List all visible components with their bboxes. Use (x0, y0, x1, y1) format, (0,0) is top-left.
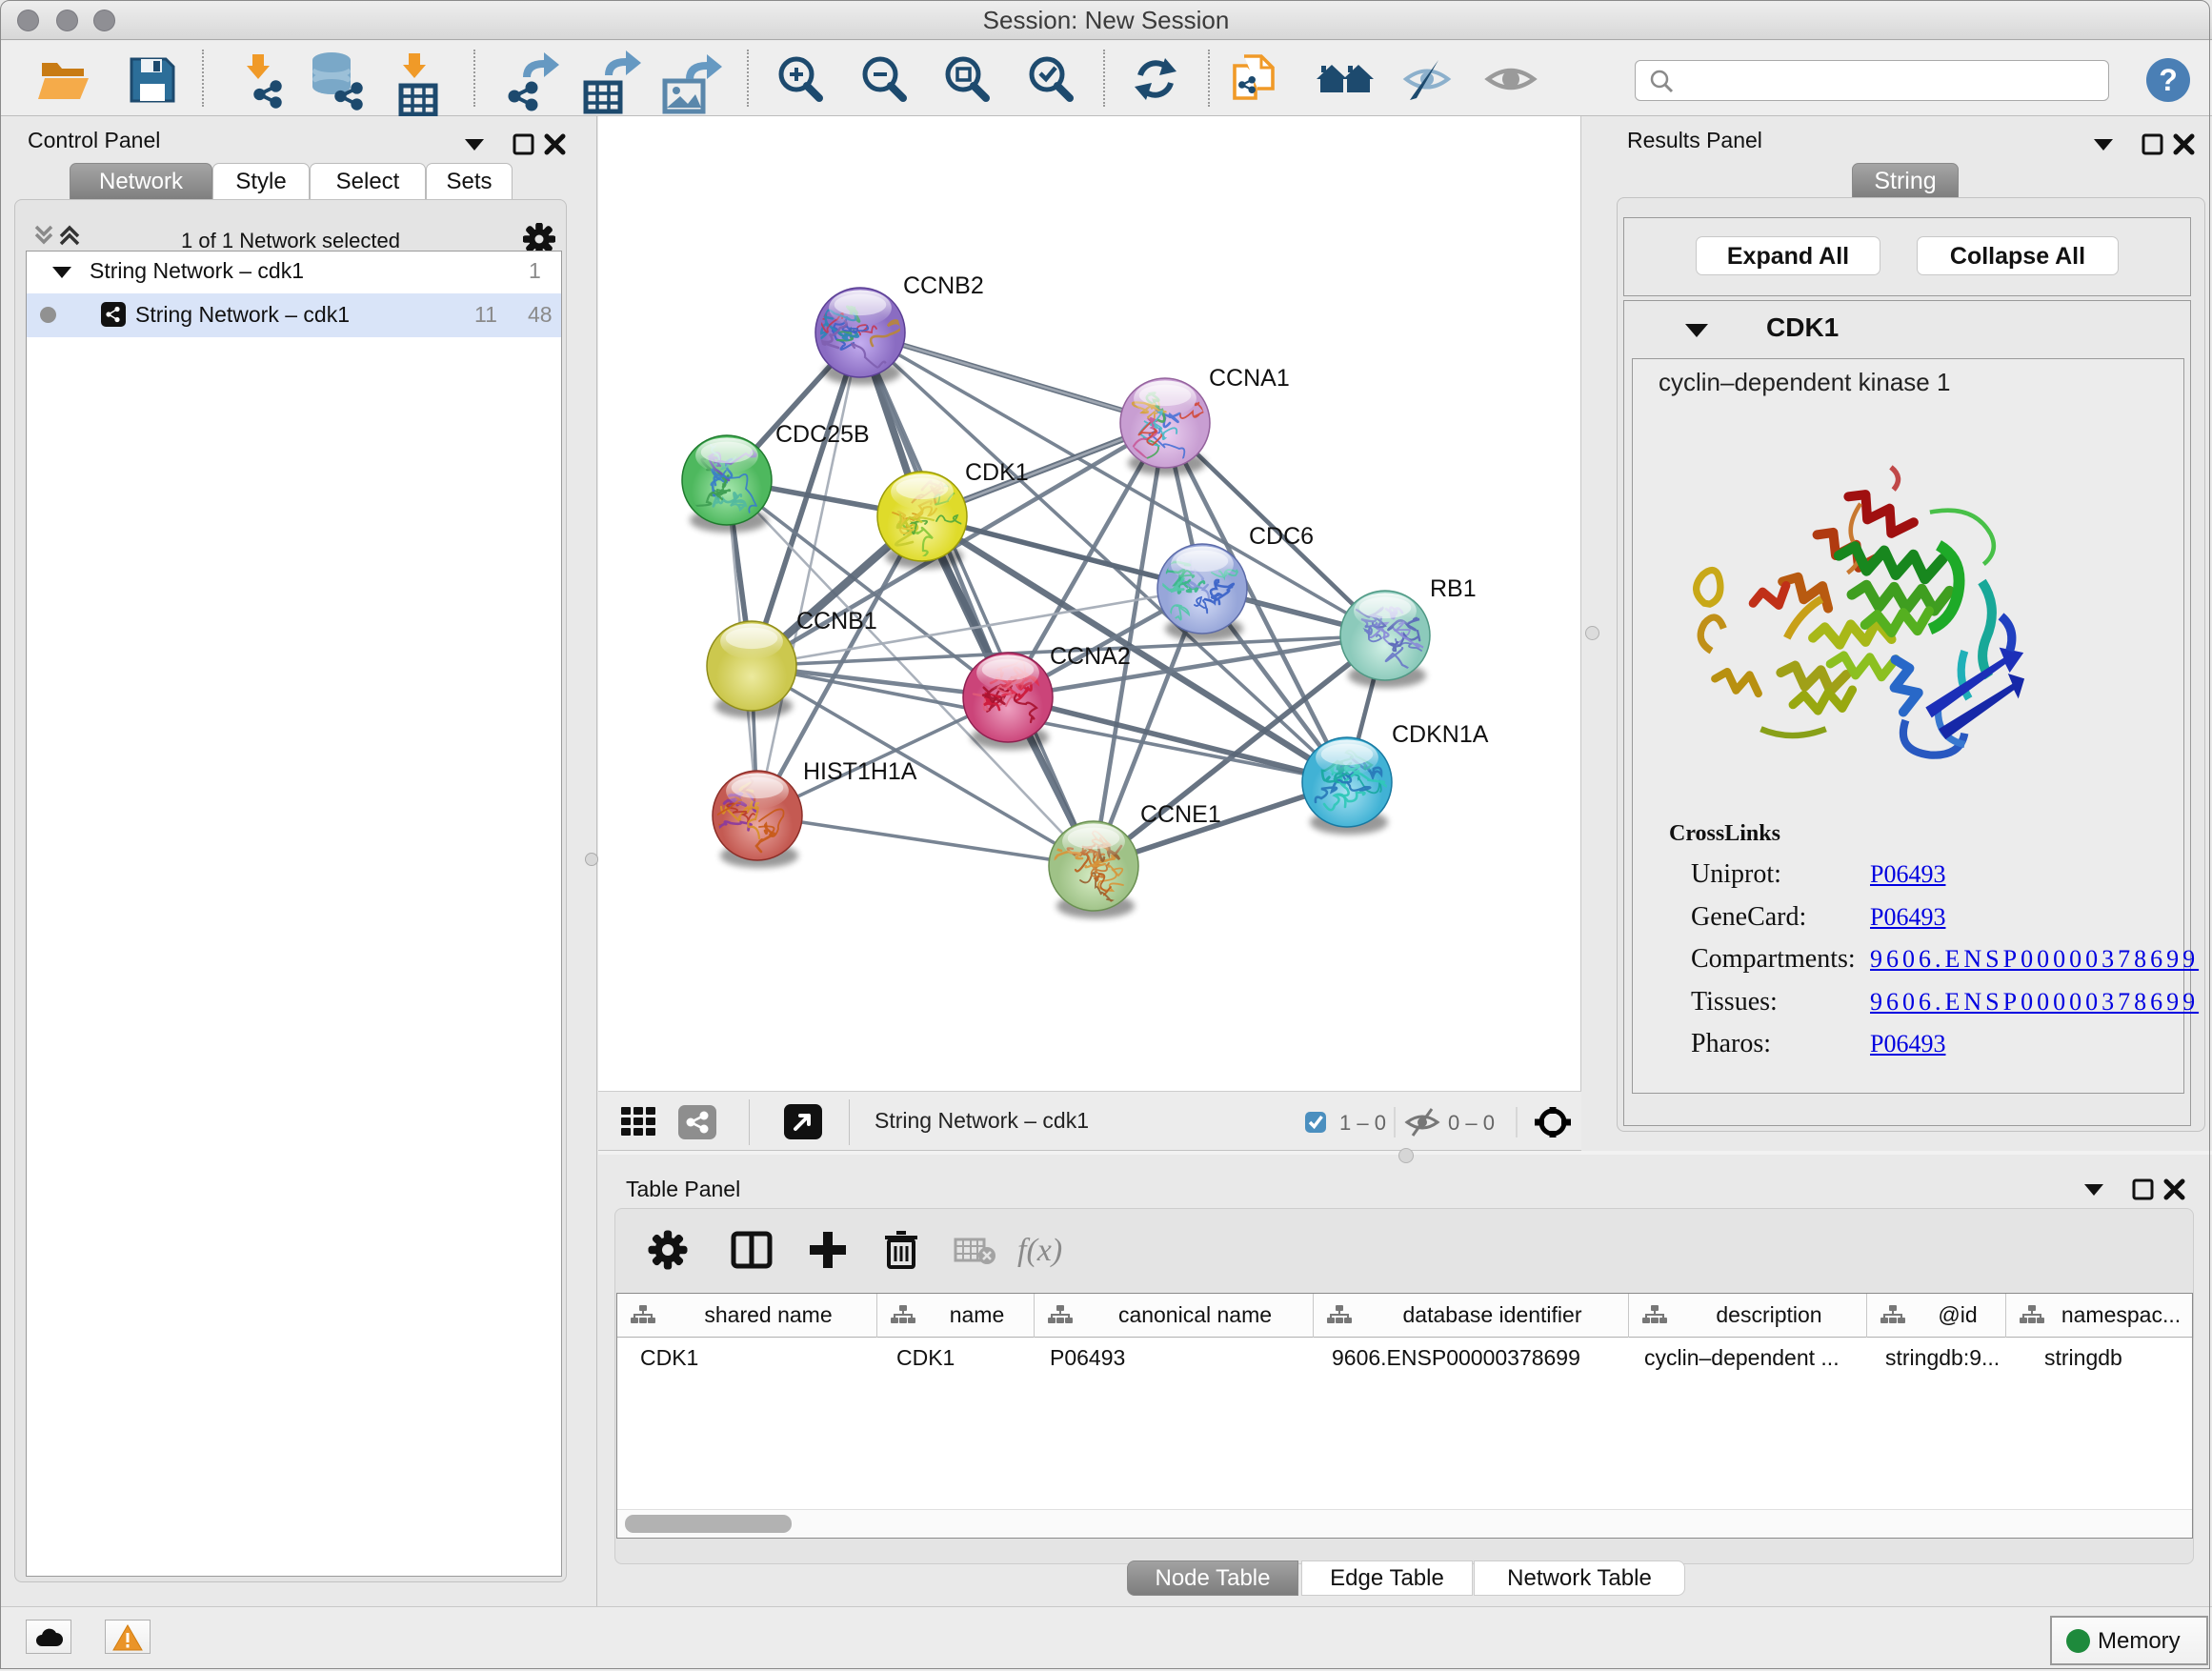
svg-text:CCNE1: CCNE1 (1140, 801, 1221, 828)
svg-text:CCNB2: CCNB2 (903, 272, 984, 299)
svg-text:CDC6: CDC6 (1249, 523, 1314, 550)
svg-text:CCNA2: CCNA2 (1050, 643, 1131, 670)
svg-text:HIST1H1A: HIST1H1A (803, 758, 917, 785)
svg-text:CDK1: CDK1 (965, 459, 1029, 486)
svg-text:0 – 0: 0 – 0 (1448, 1111, 1495, 1135)
svg-text:CCNB1: CCNB1 (796, 608, 877, 634)
svg-text:f(x): f(x) (1017, 1233, 1062, 1268)
svg-text:RB1: RB1 (1430, 575, 1477, 602)
svg-text:CCNA1: CCNA1 (1209, 365, 1290, 392)
svg-text:CDKN1A: CDKN1A (1392, 721, 1489, 748)
svg-text:CDC25B: CDC25B (775, 421, 870, 448)
svg-text:1 – 0: 1 – 0 (1339, 1111, 1386, 1135)
